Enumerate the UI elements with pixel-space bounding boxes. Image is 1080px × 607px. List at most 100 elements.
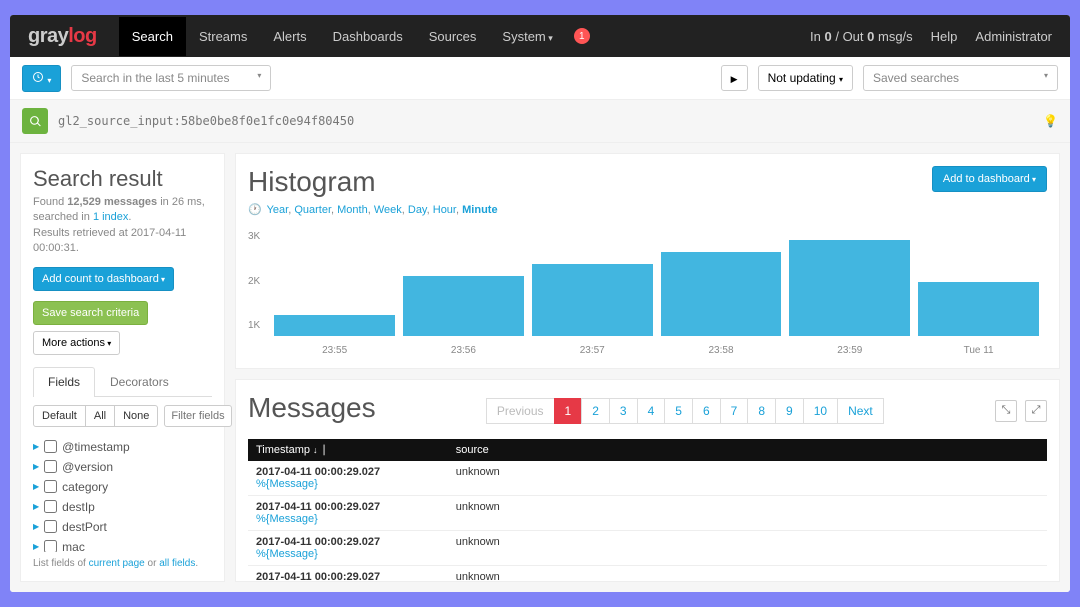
message-body[interactable]: %{Message} bbox=[256, 548, 318, 560]
time-option-month[interactable]: Month bbox=[337, 204, 368, 216]
message-body[interactable]: %{Message} bbox=[256, 478, 318, 490]
search-button[interactable] bbox=[22, 108, 48, 134]
throughput-text: In 0 / Out 0 msg/s bbox=[810, 29, 913, 44]
pager-page-1[interactable]: 1 bbox=[554, 398, 583, 424]
time-option-week[interactable]: Week bbox=[374, 204, 402, 216]
pager-prev[interactable]: Previous bbox=[486, 398, 555, 424]
nav-item-sources[interactable]: Sources bbox=[416, 17, 490, 56]
nav-item-search[interactable]: Search bbox=[119, 17, 186, 56]
chart-bar[interactable] bbox=[403, 276, 524, 336]
admin-menu[interactable]: Administrator bbox=[975, 29, 1052, 44]
histogram-panel: Histogram 🕐 Year, Quarter, Month, Week, … bbox=[235, 153, 1060, 369]
expand-field-icon[interactable]: ▶ bbox=[33, 502, 39, 511]
time-option-quarter[interactable]: Quarter bbox=[294, 204, 331, 216]
message-row[interactable]: 2017-04-11 00:00:29.027%{Message}unknown bbox=[248, 566, 1047, 583]
nav-items: SearchStreamsAlertsDashboardsSourcesSyst… bbox=[119, 17, 566, 56]
pager-page-8[interactable]: 8 bbox=[747, 398, 776, 424]
search-result-title: Search result bbox=[33, 166, 212, 192]
alert-count-badge[interactable]: 1 bbox=[574, 28, 590, 44]
col-timestamp[interactable]: Timestamp↓▕ bbox=[248, 439, 448, 461]
field-tabs: FieldsDecorators bbox=[33, 367, 212, 397]
field-name: category bbox=[62, 480, 108, 494]
histogram-time-links: 🕐 Year, Quarter, Month, Week, Day, Hour,… bbox=[248, 203, 498, 216]
time-option-year[interactable]: Year bbox=[267, 204, 289, 216]
time-range-label: Search in the last 5 minutes bbox=[81, 71, 229, 85]
field-checkbox[interactable] bbox=[44, 480, 57, 493]
message-row[interactable]: 2017-04-11 00:00:29.027%{Message}unknown bbox=[248, 461, 1047, 496]
nav-item-streams[interactable]: Streams bbox=[186, 17, 260, 56]
chart-bar[interactable] bbox=[918, 282, 1039, 336]
expand-field-icon[interactable]: ▶ bbox=[33, 462, 39, 471]
pager-page-5[interactable]: 5 bbox=[664, 398, 693, 424]
time-option-minute[interactable]: Minute bbox=[462, 204, 497, 216]
pager-page-4[interactable]: 4 bbox=[637, 398, 666, 424]
expand-field-icon[interactable]: ▶ bbox=[33, 482, 39, 491]
update-mode-button[interactable]: Not updating bbox=[758, 65, 853, 91]
time-option-day[interactable]: Day bbox=[408, 204, 427, 216]
pager-page-6[interactable]: 6 bbox=[692, 398, 721, 424]
field-footnote: List fields of current page or all field… bbox=[33, 558, 212, 569]
chart-bar[interactable] bbox=[274, 315, 395, 336]
saved-searches-select[interactable]: Saved searches bbox=[863, 65, 1058, 91]
add-to-dashboard-button[interactable]: Add to dashboard bbox=[932, 166, 1047, 192]
clock-icon bbox=[32, 71, 44, 83]
chart-bar[interactable] bbox=[532, 264, 653, 336]
message-body[interactable]: %{Message} bbox=[256, 513, 318, 525]
field-control-all[interactable]: All bbox=[86, 405, 115, 427]
nav-item-alerts[interactable]: Alerts bbox=[260, 17, 319, 56]
time-mode-button[interactable] bbox=[22, 65, 61, 92]
pager-page-7[interactable]: 7 bbox=[720, 398, 749, 424]
field-control-default[interactable]: Default bbox=[33, 405, 86, 427]
field-checkbox[interactable] bbox=[44, 520, 57, 533]
field-control-none[interactable]: None bbox=[115, 405, 158, 427]
pager-next[interactable]: Next bbox=[837, 398, 884, 424]
nav-item-system[interactable]: System bbox=[489, 17, 565, 56]
field-checkbox[interactable] bbox=[44, 460, 57, 473]
field-controls: DefaultAllNone bbox=[33, 405, 212, 427]
pager-page-2[interactable]: 2 bbox=[581, 398, 610, 424]
expand-field-icon[interactable]: ▶ bbox=[33, 442, 39, 451]
current-page-link[interactable]: current page bbox=[89, 558, 145, 569]
tab-fields[interactable]: Fields bbox=[33, 367, 95, 397]
col-source[interactable]: source bbox=[448, 439, 1047, 461]
chart-bar[interactable] bbox=[661, 252, 782, 336]
xtick: Tue 11 bbox=[918, 345, 1039, 356]
message-source: unknown bbox=[448, 566, 1047, 583]
field-item: ▶ @timestamp bbox=[33, 437, 212, 457]
add-count-dashboard-button[interactable]: Add count to dashboard bbox=[33, 267, 174, 291]
expand-icon[interactable]: ⤡ bbox=[995, 400, 1017, 422]
message-row[interactable]: 2017-04-11 00:00:29.027%{Message}unknown bbox=[248, 531, 1047, 566]
index-link[interactable]: 1 index bbox=[93, 211, 128, 223]
collapse-icon[interactable]: ⤢ bbox=[1025, 400, 1047, 422]
all-fields-link[interactable]: all fields bbox=[159, 558, 195, 569]
expand-field-icon[interactable]: ▶ bbox=[33, 522, 39, 531]
bulb-icon[interactable]: 💡 bbox=[1043, 114, 1058, 128]
play-button[interactable] bbox=[721, 65, 748, 91]
pager-page-10[interactable]: 10 bbox=[803, 398, 838, 424]
messages-panel: Messages Previous12345678910Next ⤡ ⤢ Tim… bbox=[235, 379, 1060, 582]
expand-field-icon[interactable]: ▶ bbox=[33, 542, 39, 551]
save-criteria-button[interactable]: Save search criteria bbox=[33, 301, 148, 325]
field-item: ▶destIp bbox=[33, 497, 212, 517]
field-checkbox[interactable] bbox=[44, 440, 57, 453]
field-checkbox[interactable] bbox=[44, 500, 57, 513]
field-item: ▶ category bbox=[33, 477, 212, 497]
help-menu[interactable]: Help bbox=[931, 29, 958, 44]
chart-bars bbox=[266, 231, 1047, 336]
more-actions-button[interactable]: More actions bbox=[33, 331, 120, 355]
field-checkbox[interactable] bbox=[44, 540, 57, 552]
pager-page-3[interactable]: 3 bbox=[609, 398, 638, 424]
messages-table: Timestamp↓▕ source 2017-04-11 00:00:29.0… bbox=[248, 439, 1047, 582]
time-option-hour[interactable]: Hour bbox=[433, 204, 456, 216]
tab-decorators[interactable]: Decorators bbox=[95, 367, 184, 396]
xtick: 23:57 bbox=[532, 345, 653, 356]
nav-item-dashboards[interactable]: Dashboards bbox=[320, 17, 416, 56]
pager-page-9[interactable]: 9 bbox=[775, 398, 804, 424]
chart-bar[interactable] bbox=[789, 240, 910, 336]
field-name: @timestamp bbox=[62, 440, 130, 454]
message-row[interactable]: 2017-04-11 00:00:29.027%{Message}unknown bbox=[248, 496, 1047, 531]
query-input[interactable]: gl2_source_input:58be0be8f0e1fc0e94f8045… bbox=[58, 114, 1033, 128]
message-timestamp: 2017-04-11 00:00:29.027 bbox=[256, 466, 440, 478]
time-range-select[interactable]: Search in the last 5 minutes bbox=[71, 65, 271, 91]
filter-fields-input[interactable] bbox=[164, 405, 232, 427]
